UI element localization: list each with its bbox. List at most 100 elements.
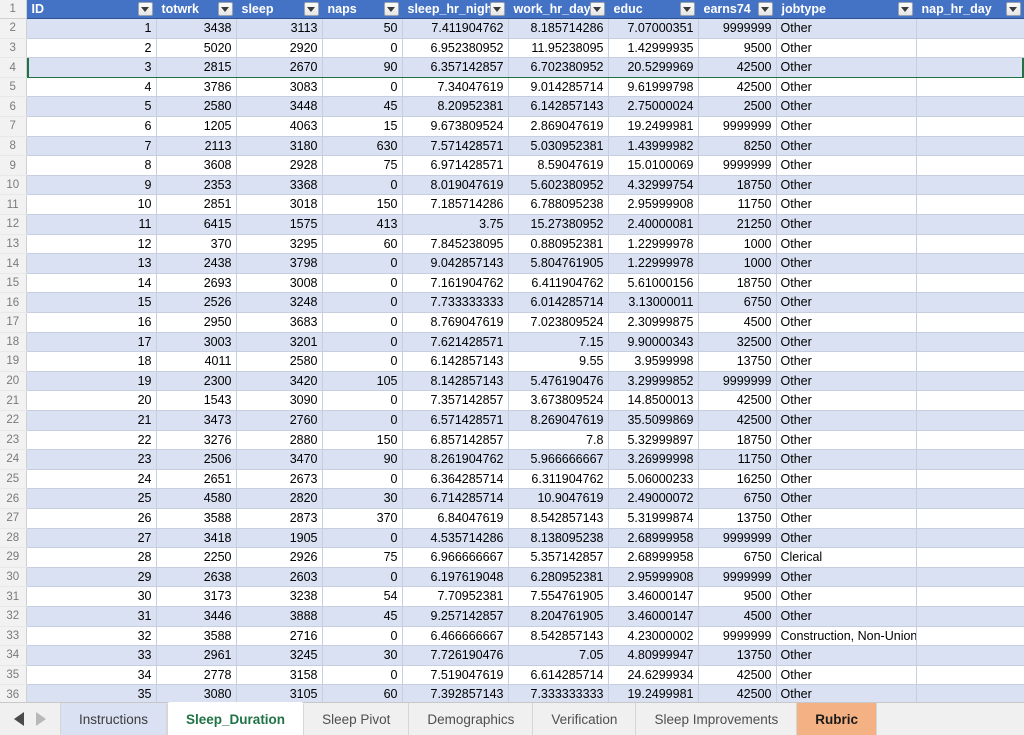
cell-sleep_hr_night[interactable]: 8.261904762 — [402, 449, 509, 470]
cell-id[interactable]: 4 — [26, 77, 157, 98]
cell-educ[interactable]: 3.26999998 — [608, 449, 699, 470]
table-body[interactable]: 2 1 3438 3113 50 7.411904762 8.185714286 7.0700… — [0, 18, 1024, 702]
cell-educ[interactable]: 15.0100069 — [608, 155, 699, 176]
cell-sleep_hr_night[interactable]: 6.364285714 — [402, 469, 509, 490]
column-header-work_hr_day[interactable]: work_hr_day — [508, 0, 609, 20]
filter-dropdown-icon[interactable] — [137, 2, 153, 17]
cell-earns74[interactable]: 42500 — [698, 410, 777, 431]
cell-jobtype[interactable]: Other — [776, 586, 917, 607]
row-number[interactable]: 35 — [0, 665, 27, 686]
cell-work_hr_day[interactable]: 8.185714286 — [508, 18, 609, 39]
table-row[interactable]: 14 13 2438 3798 0 9.042857143 5.804761905 1.229… — [0, 253, 1024, 274]
row-number[interactable]: 36 — [0, 684, 27, 702]
cell-naps[interactable]: 150 — [322, 194, 403, 216]
column-header-educ[interactable]: educ — [608, 0, 699, 20]
cell-sleep_hr_night[interactable]: 7.621428571 — [402, 332, 509, 353]
table-row[interactable]: 16 15 2526 3248 0 7.733333333 6.014285714 3.130… — [0, 292, 1024, 313]
cell-nap_hr_day[interactable] — [916, 410, 1024, 431]
cell-nap_hr_day[interactable] — [916, 390, 1024, 411]
table-row[interactable]: 26 25 4580 2820 30 6.714285714 10.9047619 2.490… — [0, 488, 1024, 509]
table-row[interactable]: 13 12 370 3295 60 7.845238095 0.880952381 1.229… — [0, 234, 1024, 255]
cell-sleep_hr_night[interactable]: 7.571428571 — [402, 136, 509, 157]
cell-totwrk[interactable]: 2638 — [156, 567, 237, 588]
cell-sleep[interactable]: 3180 — [236, 136, 323, 157]
cell-jobtype[interactable]: Other — [776, 57, 917, 78]
cell-id[interactable]: 27 — [26, 528, 157, 549]
cell-sleep[interactable]: 3295 — [236, 234, 323, 255]
cell-id[interactable]: 31 — [26, 606, 157, 627]
cell-sleep[interactable]: 3683 — [236, 312, 323, 333]
cell-sleep_hr_night[interactable]: 6.952380952 — [402, 38, 509, 59]
cell-naps[interactable]: 0 — [322, 332, 403, 353]
table-row[interactable]: 25 24 2651 2673 0 6.364285714 6.311904762 5.060… — [0, 469, 1024, 490]
table-row[interactable]: 3 2 5020 2920 0 6.952380952 11.95238095 1.42999… — [0, 38, 1024, 59]
table-row[interactable]: 4 3 2815 2670 90 6.357142857 6.702380952 20.529… — [0, 57, 1024, 78]
cell-sleep[interactable]: 1575 — [236, 214, 323, 235]
filter-dropdown-icon[interactable] — [217, 2, 233, 17]
cell-earns74[interactable]: 32500 — [698, 332, 777, 353]
cell-sleep[interactable]: 2580 — [236, 351, 323, 372]
row-number[interactable]: 33 — [0, 626, 27, 647]
cell-naps[interactable]: 0 — [322, 528, 403, 549]
row-number[interactable]: 22 — [0, 410, 27, 431]
cell-work_hr_day[interactable]: 11.95238095 — [508, 38, 609, 59]
cell-id[interactable]: 33 — [26, 645, 157, 666]
cell-totwrk[interactable]: 3418 — [156, 528, 237, 549]
row-number[interactable]: 3 — [0, 38, 27, 59]
triangle-left-icon[interactable] — [14, 712, 24, 726]
cell-work_hr_day[interactable]: 7.333333333 — [508, 684, 609, 702]
column-header-sleep[interactable]: sleep — [236, 0, 323, 20]
cell-educ[interactable]: 2.75000024 — [608, 96, 699, 118]
cell-totwrk[interactable]: 2438 — [156, 253, 237, 274]
cell-sleep[interactable]: 2670 — [236, 57, 323, 78]
cell-totwrk[interactable]: 1205 — [156, 116, 237, 137]
sheet-tabs[interactable]: Instructions Sleep_Duration Sleep Pivot Dem… — [60, 702, 878, 735]
cell-educ[interactable]: 1.22999978 — [608, 234, 699, 255]
cell-naps[interactable]: 54 — [322, 586, 403, 607]
cell-sleep_hr_night[interactable]: 7.70952381 — [402, 586, 509, 607]
cell-sleep_hr_night[interactable]: 6.197619048 — [402, 567, 509, 588]
cell-totwrk[interactable]: 3003 — [156, 332, 237, 353]
cell-earns74[interactable]: 4500 — [698, 606, 777, 627]
cell-educ[interactable]: 4.80999947 — [608, 645, 699, 666]
table-row[interactable]: 29 28 2250 2926 75 6.966666667 5.357142857 2.68… — [0, 547, 1024, 568]
cell-educ[interactable]: 3.13000011 — [608, 292, 699, 313]
cell-nap_hr_day[interactable] — [916, 606, 1024, 627]
cell-totwrk[interactable]: 6415 — [156, 214, 237, 235]
cell-nap_hr_day[interactable] — [916, 665, 1024, 686]
cell-work_hr_day[interactable]: 3.673809524 — [508, 390, 609, 411]
cell-jobtype[interactable]: Other — [776, 528, 917, 549]
cell-educ[interactable]: 3.29999852 — [608, 371, 699, 392]
cell-jobtype[interactable]: Other — [776, 684, 917, 702]
cell-work_hr_day[interactable]: 5.966666667 — [508, 449, 609, 470]
row-number[interactable]: 27 — [0, 508, 27, 529]
cell-nap_hr_day[interactable] — [916, 155, 1024, 176]
cell-totwrk[interactable]: 4580 — [156, 488, 237, 509]
cell-earns74[interactable]: 6750 — [698, 292, 777, 313]
table-row[interactable]: 12 11 6415 1575 413 3.75 15.27380952 2.40000081… — [0, 214, 1024, 235]
cell-totwrk[interactable]: 5020 — [156, 38, 237, 59]
cell-naps[interactable]: 0 — [322, 38, 403, 59]
table-row[interactable]: 7 6 1205 4063 15 9.673809524 2.869047619 19.249… — [0, 116, 1024, 137]
sheet-tab-sleep-duration[interactable]: Sleep_Duration — [167, 702, 305, 735]
cell-totwrk[interactable]: 3446 — [156, 606, 237, 627]
cell-sleep_hr_night[interactable]: 7.161904762 — [402, 273, 509, 294]
cell-earns74[interactable]: 18750 — [698, 175, 777, 196]
cell-educ[interactable]: 4.23000002 — [608, 626, 699, 647]
row-number[interactable]: 19 — [0, 351, 27, 372]
row-number[interactable]: 18 — [0, 332, 27, 353]
cell-sleep_hr_night[interactable]: 9.042857143 — [402, 253, 509, 274]
cell-sleep_hr_night[interactable]: 7.34047619 — [402, 77, 509, 98]
cell-nap_hr_day[interactable] — [916, 273, 1024, 294]
cell-sleep_hr_night[interactable]: 6.857142857 — [402, 430, 509, 451]
cell-nap_hr_day[interactable] — [916, 547, 1024, 568]
cell-nap_hr_day[interactable] — [916, 136, 1024, 157]
row-number[interactable]: 20 — [0, 371, 27, 392]
cell-sleep[interactable]: 4063 — [236, 116, 323, 137]
cell-sleep[interactable]: 3201 — [236, 332, 323, 353]
cell-nap_hr_day[interactable] — [916, 175, 1024, 196]
cell-sleep[interactable]: 3008 — [236, 273, 323, 294]
cell-id[interactable]: 34 — [26, 665, 157, 686]
cell-naps[interactable]: 105 — [322, 371, 403, 392]
sheet-tab-demographics[interactable]: Demographics — [409, 703, 534, 735]
